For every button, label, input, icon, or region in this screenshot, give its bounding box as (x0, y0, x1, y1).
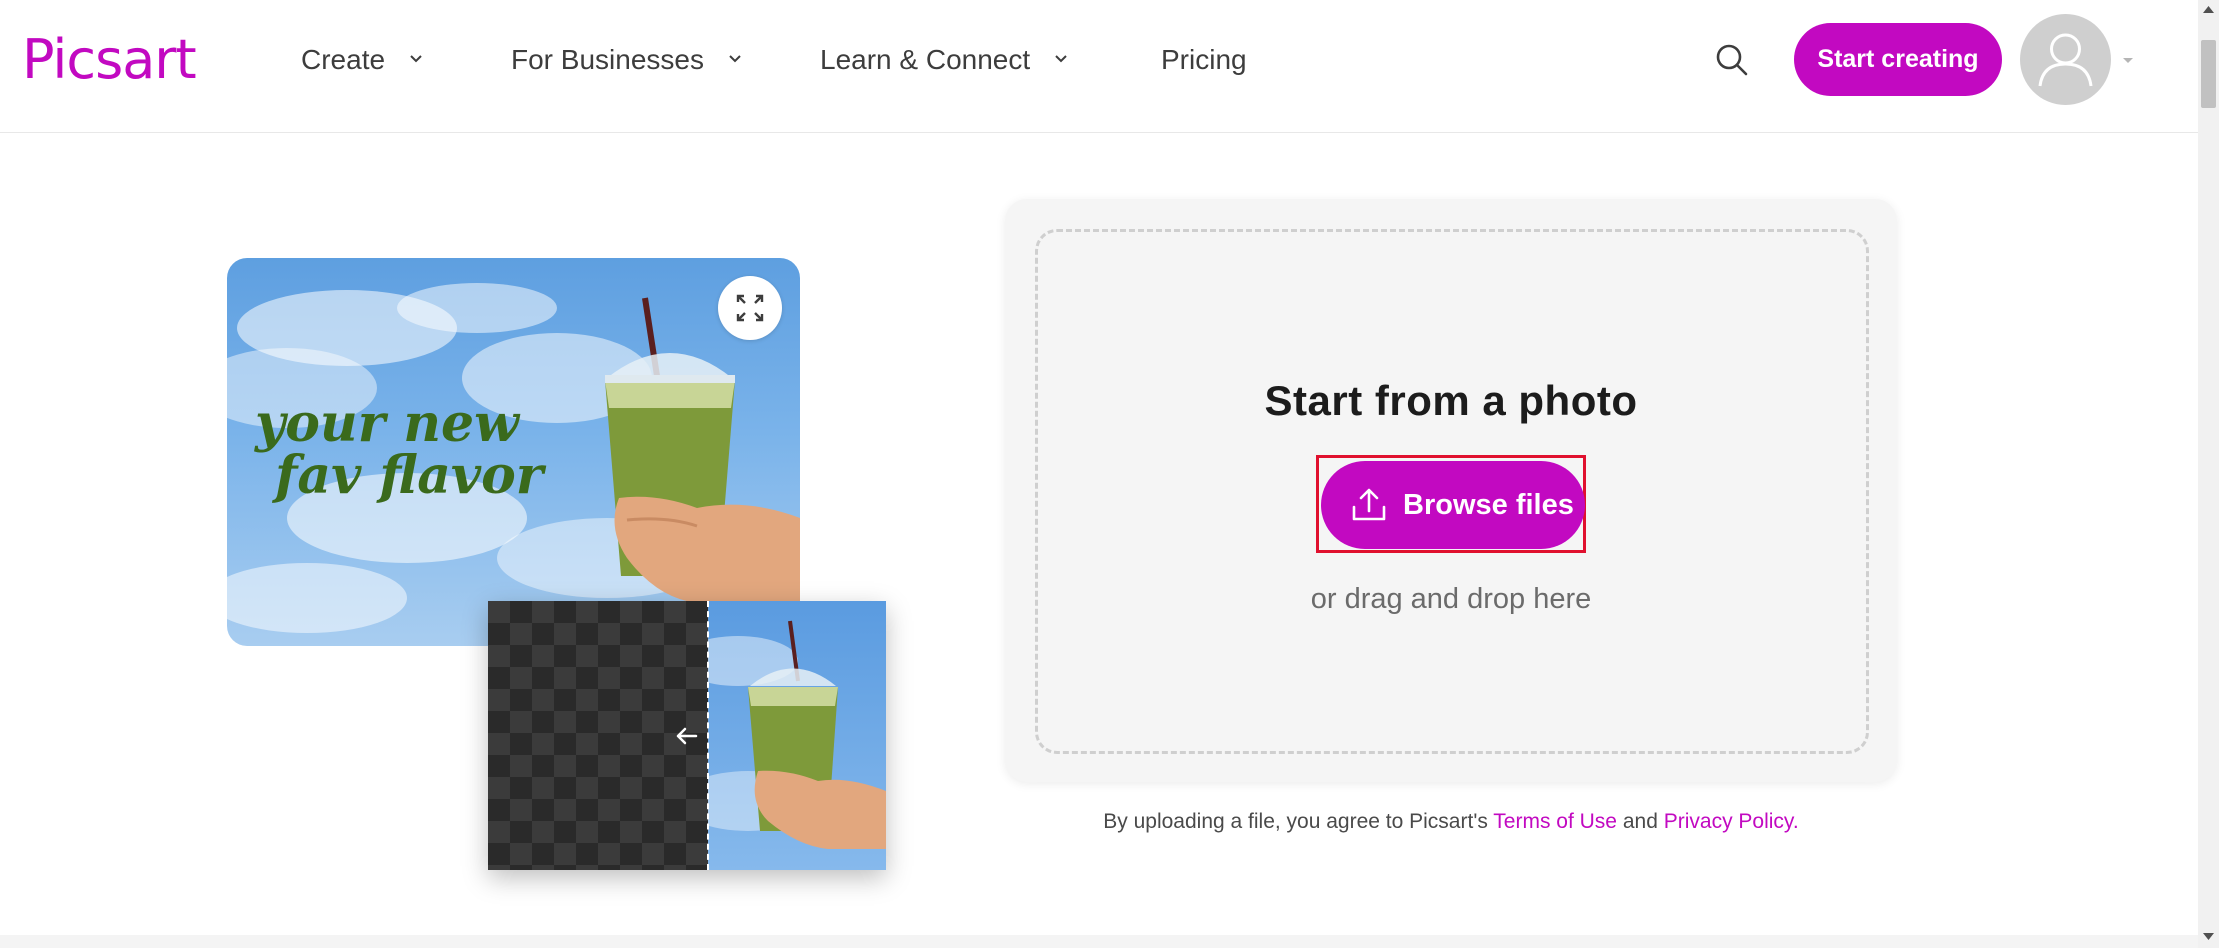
chevron-down-icon (729, 54, 741, 63)
nav-learn-connect[interactable]: Learn & Connect (820, 36, 1070, 84)
promo-headline: your new fav flavor (255, 398, 655, 502)
scroll-thumb[interactable] (2201, 40, 2216, 108)
legal-prefix: By uploading a file, you agree to Picsar… (1103, 810, 1488, 833)
original-photo-preview (708, 601, 886, 870)
promo-line-1: your new (255, 393, 519, 454)
nav-create-label: Create (301, 44, 386, 75)
arrow-left-icon[interactable] (672, 721, 702, 751)
nav-pricing-label: Pricing (1161, 44, 1247, 75)
nav-for-businesses[interactable]: For Businesses (511, 36, 744, 84)
scroll-down-arrow-icon[interactable] (2203, 932, 2214, 942)
legal-and: and (1622, 810, 1658, 833)
upload-icon (1352, 488, 1386, 521)
upload-title: Start from a photo (1264, 377, 1638, 424)
nav-pricing[interactable]: Pricing (1161, 36, 1247, 84)
expand-button[interactable] (718, 276, 782, 340)
picsart-logo[interactable]: Picsart (22, 28, 197, 92)
drink-photo-illustration (708, 620, 886, 849)
browse-files-button[interactable]: Browse files (1321, 461, 1585, 549)
search-icon[interactable] (1712, 40, 1752, 80)
before-after-compare (488, 601, 886, 870)
page-bottom-strip (0, 935, 2198, 948)
browse-files-label: Browse files (1403, 489, 1574, 521)
terms-of-use-link[interactable]: Terms of Use (1493, 810, 1617, 833)
scroll-up-arrow-icon[interactable] (2203, 4, 2214, 14)
nav-create[interactable]: Create (301, 36, 425, 84)
chevron-down-icon (410, 54, 422, 63)
nav-learn-connect-label: Learn & Connect (820, 44, 1031, 75)
nav-for-businesses-label: For Businesses (511, 44, 704, 75)
vertical-scrollbar[interactable] (2198, 0, 2219, 948)
legal-notice: By uploading a file, you agree to Picsar… (1005, 810, 1897, 834)
upload-panel: Start from a photo Browse files or drag … (1005, 199, 1897, 782)
user-avatar-icon (2038, 33, 2093, 87)
privacy-policy-link[interactable]: Privacy Policy. (1664, 810, 1799, 833)
user-avatar[interactable] (2020, 14, 2111, 105)
caret-down-icon[interactable] (2118, 50, 2138, 70)
chevron-down-icon (1055, 54, 1067, 63)
start-creating-button[interactable]: Start creating (1794, 23, 2002, 96)
top-nav-bar: Picsart Create For Businesses Learn & Co… (0, 0, 2198, 133)
compare-divider[interactable] (707, 601, 711, 870)
example-photo: your new fav flavor (227, 258, 800, 646)
promo-line-2: fav flavor (275, 445, 544, 506)
expand-icon (736, 294, 764, 322)
drag-drop-hint: or drag and drop here (1310, 583, 1592, 615)
